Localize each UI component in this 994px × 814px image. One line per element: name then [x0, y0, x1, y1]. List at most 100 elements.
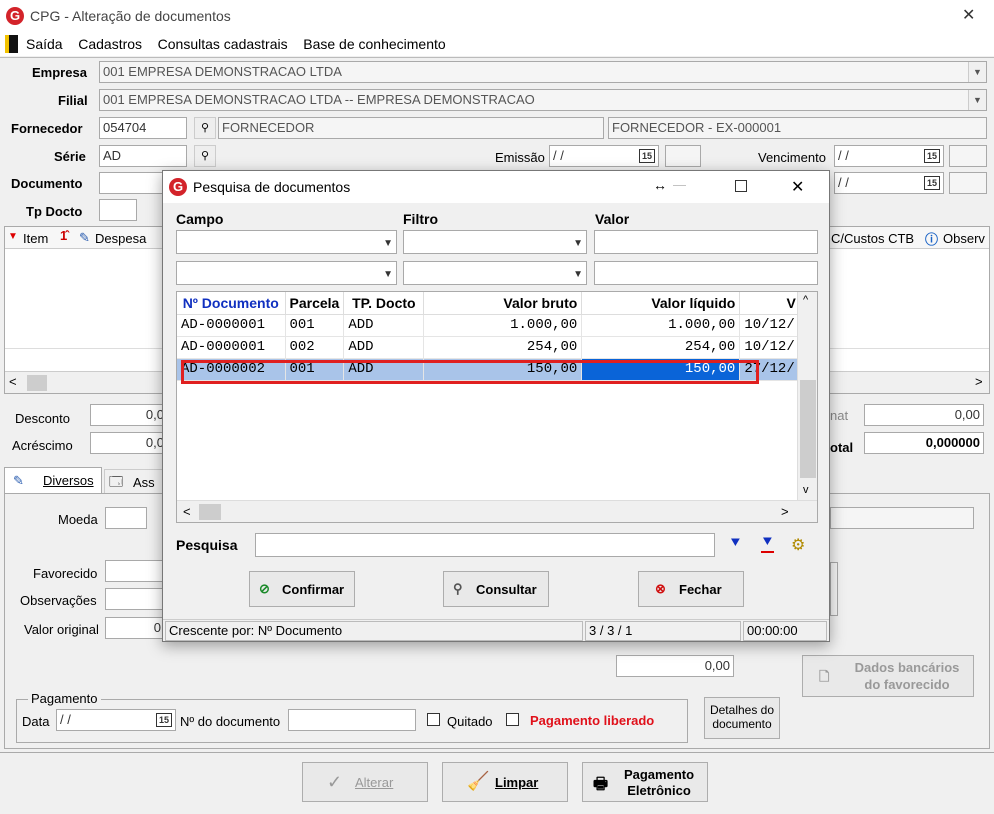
calendar-icon[interactable]: 15	[924, 149, 940, 163]
empresa-combo[interactable]: 001 EMPRESA DEMONSTRACAO LTDA ▼	[99, 61, 987, 83]
chevron-down-icon[interactable]: ▼	[383, 266, 393, 284]
emissao-input[interactable]: / / 15	[549, 145, 659, 167]
desconto-input[interactable]: 0,0	[90, 404, 168, 426]
resize-arrows-icon[interactable]: ↔	[653, 177, 667, 193]
close-icon[interactable]: ✕	[962, 5, 975, 25]
cell-tp: ADD	[343, 336, 425, 359]
grid-hscrollbar[interactable]: < >	[177, 500, 817, 522]
scroll-right-icon[interactable]: >	[781, 504, 789, 519]
valor-original-input[interactable]: 0	[105, 617, 165, 639]
col-vencimento[interactable]: V	[739, 292, 800, 315]
close-icon[interactable]: ✕	[791, 177, 804, 197]
pesquisa-input[interactable]	[255, 533, 715, 557]
cell-bruto: 254,00	[423, 336, 583, 359]
valor-input-1[interactable]	[594, 230, 818, 254]
total-label: otal	[830, 440, 854, 455]
chevron-down-icon[interactable]: ▼	[573, 235, 583, 253]
table-row[interactable]: AD-0000001 002 ADD 254,00 254,00 10/12/	[177, 336, 801, 359]
scroll-up-icon[interactable]: ^	[803, 294, 808, 306]
menu-consultas-cadastrais[interactable]: Consultas cadastrais	[152, 32, 294, 56]
cell-bruto: 1.000,00	[423, 314, 583, 337]
sort-desc-icon[interactable]: ⯆	[729, 535, 742, 553]
acrescimo-input[interactable]: 0,0	[90, 432, 168, 454]
chevron-down-icon[interactable]: ▼	[383, 235, 393, 253]
fornecedor-code-input[interactable]: 054704	[99, 117, 187, 139]
detalhes-documento-button[interactable]: Detalhes do documento	[704, 697, 780, 739]
scroll-thumb[interactable]	[199, 504, 221, 520]
scroll-left-icon[interactable]: <	[183, 504, 191, 519]
pagamento-data-input[interactable]: / / 15	[56, 709, 176, 731]
limpar-button[interactable]: 🧹 Limpar	[442, 762, 568, 802]
moeda-input[interactable]	[105, 507, 147, 529]
col-parcela[interactable]: Parcela	[285, 292, 345, 315]
col-documento[interactable]: Nº Documento	[177, 292, 286, 315]
alterar-button[interactable]: ✓ Alterar	[302, 762, 428, 802]
calendar-icon[interactable]: 15	[924, 176, 940, 190]
scroll-thumb[interactable]	[27, 375, 47, 391]
tpdocto-input[interactable]	[99, 199, 137, 221]
menu-saida[interactable]: Saída	[20, 32, 69, 56]
fechar-button[interactable]: ⊗ Fechar	[638, 571, 744, 607]
consultar-button[interactable]: ⚲ Consultar	[443, 571, 549, 607]
ndoc-input[interactable]	[288, 709, 416, 731]
fornecedor-ext-field: FORNECEDOR - EX-000001	[608, 117, 987, 139]
ndoc-label: Nº do documento	[180, 714, 281, 729]
observacoes-input[interactable]	[105, 588, 165, 610]
col-tp-docto[interactable]: TP. Docto	[343, 292, 425, 315]
calendar-icon[interactable]: 15	[639, 149, 655, 163]
chevron-down-icon[interactable]: ▼	[968, 62, 986, 82]
dados-bancarios-button[interactable]: 🗋 Dados bancários do favorecido	[802, 655, 974, 697]
confirmar-button[interactable]: ⊘ Confirmar	[249, 571, 355, 607]
col-item[interactable]: Item	[23, 231, 48, 246]
valor-input-2[interactable]	[594, 261, 818, 285]
calendar-icon[interactable]: 15	[156, 713, 172, 727]
col-valor-bruto[interactable]: Valor bruto	[423, 292, 583, 315]
binoculars-icon[interactable]: ⚲	[194, 145, 216, 167]
fechar-label: Fechar	[679, 582, 722, 597]
menu-base-conhecimento[interactable]: Base de conhecimento	[297, 32, 451, 56]
filial-combo[interactable]: 001 EMPRESA DEMONSTRACAO LTDA -- EMPRESA…	[99, 89, 987, 111]
pagamento-line2: Eletrônico	[627, 783, 691, 798]
grid-vscrollbar[interactable]: ^ v	[797, 292, 817, 500]
favorecido-input[interactable]	[105, 560, 165, 582]
title-bar: G CPG - Alteração de documentos ✕	[0, 0, 994, 32]
filtro-combo-2[interactable]: ▼	[403, 261, 587, 285]
liberado-checkbox[interactable]	[506, 713, 519, 726]
serie-label: Série	[54, 149, 86, 164]
pesquisa-label: Pesquisa	[176, 537, 238, 553]
binoculars-icon[interactable]: ⚲	[194, 117, 216, 139]
filtro-combo-1[interactable]: ▼	[403, 230, 587, 254]
scroll-left-icon[interactable]: <	[9, 374, 17, 389]
minimize-icon[interactable]: —	[673, 177, 686, 192]
col-valor-liquido[interactable]: Valor líquido	[581, 292, 741, 315]
campo-combo-2[interactable]: ▼	[176, 261, 397, 285]
table-row[interactable]: AD-0000001 001 ADD 1.000,00 1.000,00 10/…	[177, 314, 801, 337]
scroll-right-icon[interactable]: >	[975, 374, 983, 389]
pagamento-eletronico-button[interactable]: 🖶 Pagamento Eletrônico	[582, 762, 708, 802]
chevron-down-icon[interactable]: ▼	[573, 266, 583, 284]
sort-asc-icon[interactable]: ⯆	[761, 535, 774, 553]
campo-combo-1[interactable]: ▼	[176, 230, 397, 254]
serie-input[interactable]: AD	[99, 145, 187, 167]
scroll-down-icon[interactable]: v	[803, 484, 809, 496]
col-cc[interactable]: C/Custos CTB	[831, 231, 914, 246]
date2-input[interactable]: / / 15	[834, 172, 944, 194]
col-obs[interactable]: Observ	[943, 231, 985, 246]
maximize-icon[interactable]	[735, 180, 747, 192]
tab-diversos[interactable]: ✎ Diversos	[4, 467, 102, 493]
scroll-thumb[interactable]	[800, 380, 816, 478]
col-despesa[interactable]: Despesa	[95, 231, 146, 246]
documento-input[interactable]	[99, 172, 165, 194]
amount-field[interactable]: 0,00	[616, 655, 734, 677]
broom-icon: 🧹	[467, 771, 490, 791]
chevron-down-icon[interactable]: ▼	[968, 90, 986, 110]
search-dialog: G Pesquisa de documentos ↔ — ✕ Campo Fil…	[162, 170, 830, 642]
vencimento-input[interactable]: / / 15	[834, 145, 944, 167]
status-order: Crescente por: Nº Documento	[165, 621, 583, 641]
quitado-checkbox[interactable]	[427, 713, 440, 726]
menu-cadastros[interactable]: Cadastros	[72, 32, 148, 56]
settings-gears-icon[interactable]: ⚙	[791, 535, 805, 555]
tab-ass[interactable]: 🗔 Ass	[104, 469, 164, 493]
edit-icon: ✎	[79, 230, 90, 245]
detalhes-line2: documento	[712, 717, 772, 731]
